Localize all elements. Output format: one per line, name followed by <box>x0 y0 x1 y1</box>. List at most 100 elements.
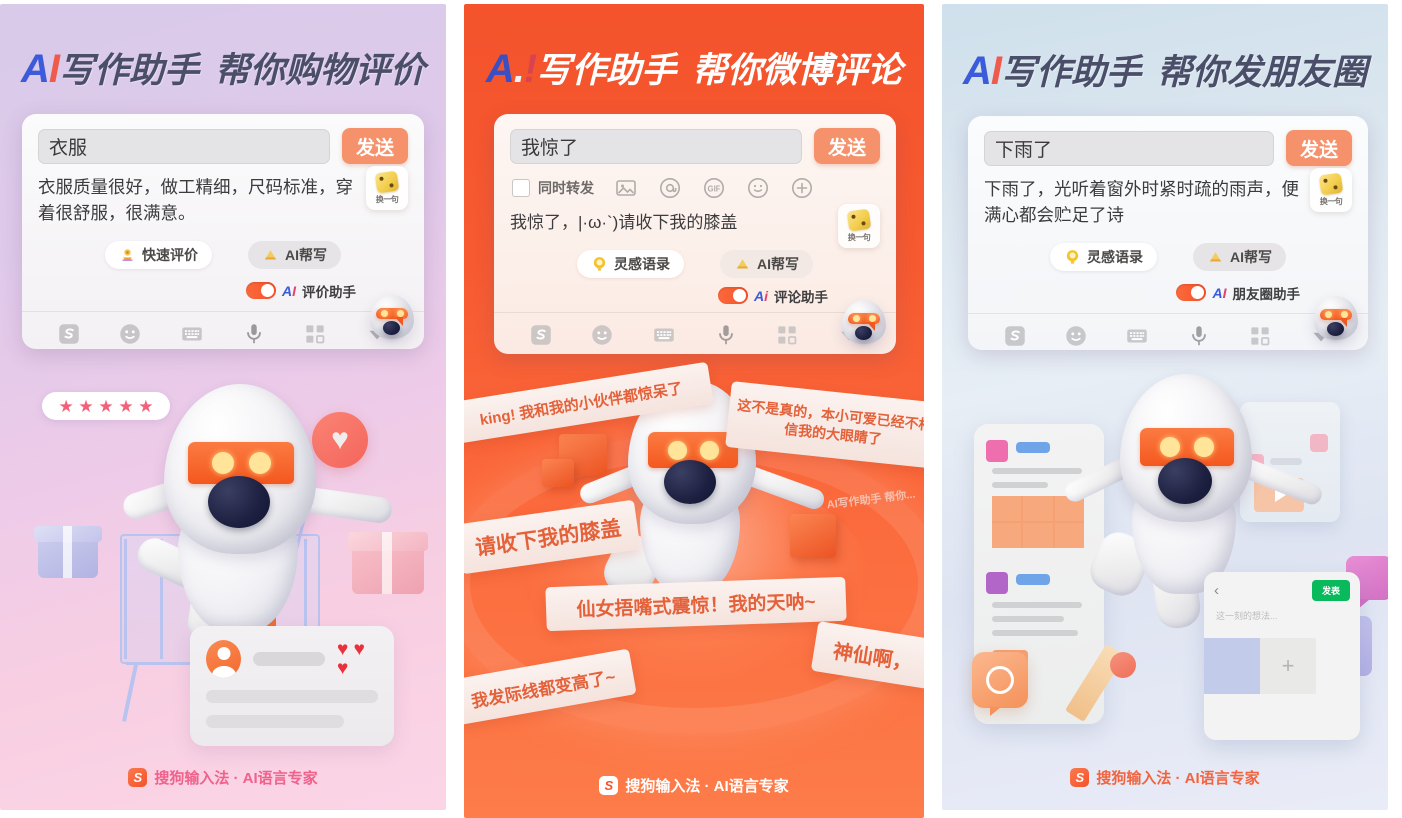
ai-write-button-1[interactable]: AI帮写 <box>248 240 341 269</box>
side-tag-pink <box>1310 434 1328 452</box>
search-input-2[interactable]: 我惊了 <box>510 128 802 164</box>
lightbulb-icon <box>1064 248 1081 265</box>
review-line-1 <box>206 690 378 703</box>
shuffle-label-2: 换一句 <box>847 232 871 242</box>
search-input-1[interactable]: 衣服 <box>38 128 330 164</box>
review-preview-card: ♥ ♥ ♥ <box>190 626 394 746</box>
apps-grid-icon[interactable] <box>302 321 328 347</box>
camera-badge <box>972 652 1028 716</box>
assistant-toggle-3[interactable] <box>1176 284 1207 301</box>
review-line-2 <box>206 715 344 728</box>
emoji-icon[interactable] <box>589 322 615 348</box>
panel-shopping-review: AAII 写作助手 帮你购物评价 衣服 发送 衣服质量很好，做工精细，尺码标准，… <box>0 4 446 810</box>
keyboard-card-3: 下雨了 发送 下雨了，光听着窗外时紧时疏的雨声，便满心都会贮足了诗 换一句 灵感… <box>968 116 1368 350</box>
inspiration-quotes-button-3[interactable]: 灵感语录 <box>1050 242 1157 271</box>
cube-right <box>790 514 836 558</box>
heading-subtitle: 帮你微博评论 <box>692 51 903 90</box>
sogou-logo-icon: S <box>599 776 619 795</box>
shuffle-label-3: 换一句 <box>1319 196 1343 206</box>
gif-icon[interactable]: GIF <box>702 176 726 200</box>
sogou-logo-icon[interactable] <box>528 322 554 348</box>
sogou-logo-icon: S <box>128 768 148 787</box>
suggestion-text-1: 衣服质量很好，做工精细，尺码标准，穿着很舒服，很满意。 <box>38 177 353 224</box>
microphone-icon[interactable] <box>1186 323 1212 349</box>
heading-subtitle: 帮你购物评价 <box>215 51 426 90</box>
send-button-2[interactable]: 发送 <box>814 128 880 164</box>
heading-title: 写作助手 <box>1000 53 1141 92</box>
toggle-ai-logo-2: Ai <box>753 287 768 304</box>
dot-ball <box>1110 652 1136 678</box>
keyboard-icon[interactable] <box>179 321 205 347</box>
pen-icon <box>1207 248 1224 265</box>
heading-ai-logo: A.! <box>485 47 537 91</box>
keyboard-icon[interactable] <box>651 322 677 348</box>
emoji-icon[interactable] <box>1063 323 1089 349</box>
dice-icon <box>846 208 872 231</box>
plus-circle-icon[interactable] <box>790 176 814 200</box>
heading-title: 写作助手 <box>58 51 199 90</box>
mascot-peek-2 <box>840 300 888 348</box>
gift-box-purple <box>34 526 102 578</box>
pen-icon <box>262 246 279 263</box>
sogou-logo-icon[interactable] <box>56 321 82 347</box>
keyboard-icon[interactable] <box>1124 323 1150 349</box>
chevron-left-icon[interactable]: ‹ <box>1214 582 1219 599</box>
keyboard-bar-1 <box>22 312 424 350</box>
moments-image-1[interactable] <box>1204 638 1260 694</box>
sogou-logo-icon: S <box>1070 768 1090 787</box>
moments-add-image-button[interactable]: + <box>1260 638 1316 694</box>
microphone-icon[interactable] <box>241 321 267 347</box>
sogou-logo-icon[interactable] <box>1002 323 1028 349</box>
assistant-toggle-2[interactable] <box>717 287 748 304</box>
assistant-toggle-1[interactable] <box>245 282 276 299</box>
emoji-icon[interactable] <box>117 321 143 347</box>
heart-rating: ♥ ♥ ♥ <box>337 639 365 679</box>
toggle-ai-logo-3: AI <box>1212 284 1227 301</box>
apps-grid-icon[interactable] <box>774 322 800 348</box>
tag-purple <box>986 572 1008 594</box>
shuffle-sentence-button-1[interactable]: 换一句 <box>366 166 408 210</box>
mention-at-icon[interactable] <box>658 176 682 200</box>
repost-checkbox[interactable] <box>512 179 530 197</box>
ai-write-button-2[interactable]: AI帮写 <box>720 249 813 278</box>
username-placeholder <box>253 652 326 666</box>
keyboard-card-1: 衣服 发送 衣服质量很好，做工精细，尺码标准，穿着很舒服，很满意。 换一句 快速… <box>22 114 424 349</box>
send-button-1[interactable]: 发送 <box>342 128 408 164</box>
action-pills-2: 灵感语录 AI帮写 <box>510 249 880 278</box>
gift-box-pink <box>348 532 428 594</box>
tag-pink <box>986 440 1008 462</box>
toggle-ai-logo-1: AI <box>281 282 296 299</box>
emoji-icon[interactable] <box>746 176 770 200</box>
search-input-3[interactable]: 下雨了 <box>984 130 1274 166</box>
repost-label: 同时转发 <box>538 180 594 196</box>
brand-text-3: 搜狗输入法 · AI语言专家 <box>1096 770 1260 787</box>
shuffle-label-1: 换一句 <box>375 194 399 204</box>
brand-text-1: 搜狗输入法 · AI语言专家 <box>154 770 318 787</box>
shuffle-sentence-button-3[interactable]: 换一句 <box>1310 168 1352 212</box>
inspiration-quotes-button-2[interactable]: 灵感语录 <box>577 249 684 278</box>
action-pills-3: 灵感语录 AI帮写 <box>984 242 1352 271</box>
publish-button[interactable]: 发表 <box>1311 580 1350 601</box>
heading-title: 写作助手 <box>536 51 677 90</box>
ai-write-button-3[interactable]: AI帮写 <box>1193 242 1286 271</box>
send-button-3[interactable]: 发送 <box>1286 130 1352 166</box>
quick-review-button[interactable]: 快速评价 <box>105 240 212 269</box>
mascot-peek-3 <box>1312 296 1360 344</box>
toggle-label-3: 朋友圈助手 <box>1232 286 1301 302</box>
image-icon[interactable] <box>614 176 638 200</box>
apps-grid-icon[interactable] <box>1247 323 1273 349</box>
suggestion-text-3: 下雨了，光听着窗外时紧时疏的雨声，便满心都会贮足了诗 <box>984 179 1299 226</box>
ai-write-label-1: AI帮写 <box>285 246 327 263</box>
brand-footer-2: S 搜狗输入法 · AI语言专家 <box>464 775 924 796</box>
keyboard-card-2: 我惊了 发送 同时转发 GIF 我惊了，|·ω·`)请收下我的膝盖 换一句 灵感… <box>494 114 896 354</box>
input-row-1: 衣服 发送 <box>38 128 408 164</box>
camera-icon <box>986 666 1014 694</box>
quick-review-label: 快速评价 <box>142 246 198 263</box>
ai-write-label-2: AI帮写 <box>757 255 799 272</box>
tag-blue <box>1016 442 1050 453</box>
shuffle-sentence-button-2[interactable]: 换一句 <box>838 204 880 248</box>
input-row-2: 我惊了 发送 <box>510 128 880 164</box>
dice-icon <box>374 170 400 193</box>
microphone-icon[interactable] <box>713 322 739 348</box>
moments-placeholder[interactable]: 这一刻的想法... <box>1204 603 1360 622</box>
